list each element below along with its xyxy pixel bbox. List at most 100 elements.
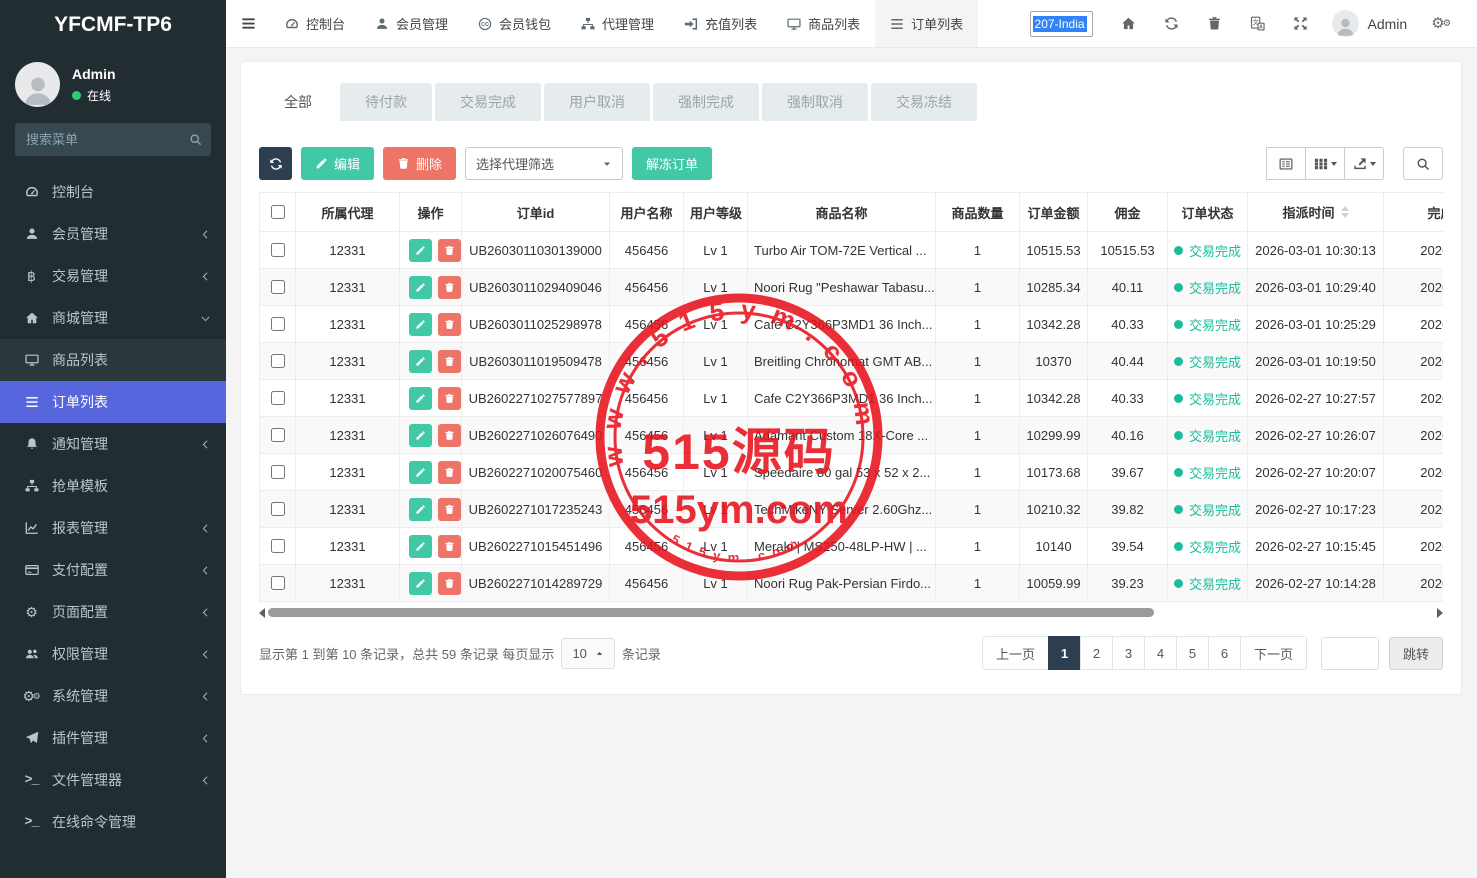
topnav-tab[interactable]: 代理管理 [566,0,669,47]
topnav-tab[interactable]: 会员管理 [360,0,463,47]
row-delete-button[interactable] [438,535,461,558]
filter-tab[interactable]: 强制取消 [762,83,868,121]
cogs-icon: ⚙⚙ [1431,16,1451,31]
sidebar-item[interactable]: 支付配置 [0,549,226,591]
filter-tab[interactable]: 全部 [259,83,337,121]
sidebar-item[interactable]: ⚙⚙ 系统管理 [0,675,226,717]
row-edit-button[interactable] [409,424,432,447]
edit-button[interactable]: 编辑 [301,147,374,180]
row-edit-button[interactable] [409,387,432,410]
row-delete-button[interactable] [438,424,461,447]
row-delete-button[interactable] [438,350,461,373]
delete-button[interactable]: 删除 [383,147,456,180]
topnav-tab[interactable]: 控制台 [270,0,360,47]
row-edit-button[interactable] [409,313,432,336]
row-edit-button[interactable] [409,572,432,595]
scroll-left-arrow[interactable] [259,608,265,618]
translate-button[interactable]: 文A [1236,0,1279,48]
sidebar-item[interactable]: >_ 在线命令管理 [0,801,226,843]
row-delete-button[interactable] [438,313,461,336]
next-page-button[interactable]: 下一页 [1240,636,1307,670]
row-edit-button[interactable] [409,461,432,484]
sidebar-item[interactable]: ฿ 交易管理 [0,255,226,297]
horizontal-scrollbar[interactable] [259,606,1443,619]
row-checkbox[interactable] [271,280,285,294]
sidebar-item[interactable]: 报表管理 [0,507,226,549]
row-edit-button[interactable] [409,535,432,558]
filter-tab[interactable]: 用户取消 [544,83,650,121]
sidebar-toggle-button[interactable] [226,0,270,47]
page-button[interactable]: 6 [1208,636,1241,670]
sidebar-item[interactable]: 商品列表 [0,339,226,381]
settings-button[interactable]: ⚙⚙ [1417,0,1465,48]
row-checkbox[interactable] [271,502,285,516]
topnav-tab[interactable]: 订单列表 [875,0,978,47]
row-delete-button[interactable] [438,387,461,410]
page-button[interactable]: 4 [1144,636,1177,670]
sidebar-item[interactable]: 权限管理 [0,633,226,675]
refresh-button[interactable] [259,147,292,180]
sidebar-item[interactable]: 会员管理 [0,213,226,255]
row-checkbox[interactable] [271,391,285,405]
prev-page-button[interactable]: 上一页 [982,636,1049,670]
sidebar-item[interactable]: 抢单模板 [0,465,226,507]
page-button[interactable]: 3 [1112,636,1145,670]
row-checkbox[interactable] [271,576,285,590]
sidebar-item[interactable]: 商城管理 [0,297,226,339]
sidebar-item[interactable]: 插件管理 [0,717,226,759]
topnav-tab[interactable]: 充值列表 [669,0,772,47]
sidebar-item[interactable]: 订单列表 [0,381,226,423]
row-delete-button[interactable] [438,572,461,595]
view-button[interactable] [1305,147,1345,180]
row-edit-button[interactable] [409,276,432,299]
filter-tab[interactable]: 待付款 [340,83,432,121]
sidebar-item[interactable]: 控制台 [0,171,226,213]
row-delete-button[interactable] [438,239,461,262]
topnav-tab[interactable]: CC 会员钱包 [463,0,566,47]
view-button[interactable] [1344,147,1384,180]
menu-search-input[interactable] [15,123,211,156]
unfreeze-button[interactable]: 解冻订单 [632,147,712,180]
bell-icon [22,437,41,451]
filter-tab[interactable]: 强制完成 [653,83,759,121]
filter-tab[interactable]: 交易冻结 [871,83,977,121]
filter-tab[interactable]: 交易完成 [435,83,541,121]
row-checkbox[interactable] [271,465,285,479]
row-checkbox[interactable] [271,317,285,331]
row-delete-button[interactable] [438,461,461,484]
view-button[interactable] [1266,147,1306,180]
row-checkbox[interactable] [271,354,285,368]
trash-button[interactable] [1193,0,1236,48]
row-delete-button[interactable] [438,276,461,299]
row-checkbox[interactable] [271,428,285,442]
row-edit-button[interactable] [409,498,432,521]
sidebar-menu: 控制台 会员管理 ฿ 交易管理 商城管理 商品列表 [0,171,226,843]
page-button[interactable]: 2 [1080,636,1113,670]
page-size-select[interactable]: 10 [561,638,614,669]
refresh-button[interactable] [1150,0,1193,48]
expand-button[interactable] [1279,0,1322,48]
row-edit-button[interactable] [409,350,432,373]
topnav-tab[interactable]: 商品列表 [772,0,875,47]
jump-page-input[interactable] [1321,637,1379,670]
sidebar-item[interactable]: >_ 文件管理器 [0,759,226,801]
home-button[interactable] [1107,0,1150,48]
sidebar-item[interactable]: ⚙ 页面配置 [0,591,226,633]
agent-filter-select[interactable]: 选择代理筛选 [465,147,623,180]
scroll-right-arrow[interactable] [1437,608,1443,618]
admin-menu[interactable]: Admin [1322,10,1418,37]
row-checkbox[interactable] [271,539,285,553]
column-header[interactable]: 指派时间 [1248,193,1384,232]
row-edit-button[interactable] [409,239,432,262]
tab-search-input[interactable]: 207-India [1030,11,1093,37]
scrollbar-thumb[interactable] [268,608,1154,617]
search-icon[interactable] [189,133,202,146]
table-search-button[interactable] [1403,147,1443,180]
page-button[interactable]: 5 [1176,636,1209,670]
page-button[interactable]: 1 [1048,636,1081,670]
sidebar-item[interactable]: 通知管理 [0,423,226,465]
jump-button[interactable]: 跳转 [1389,637,1443,670]
select-all-checkbox[interactable] [271,205,285,219]
row-delete-button[interactable] [438,498,461,521]
row-checkbox[interactable] [271,243,285,257]
